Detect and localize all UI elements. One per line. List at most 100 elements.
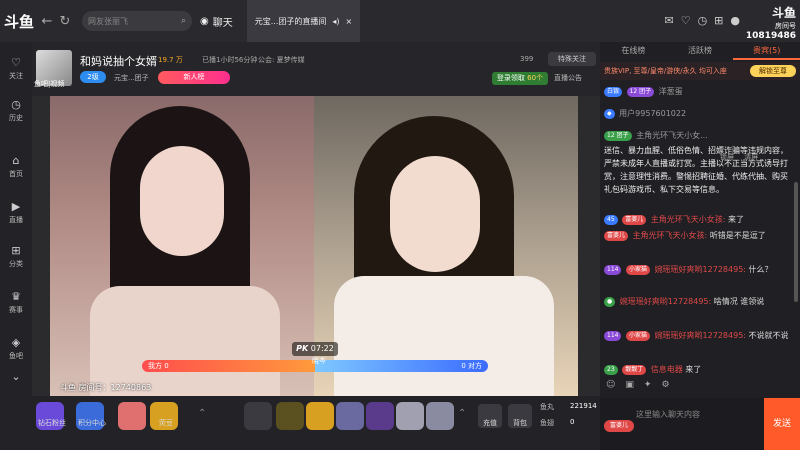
sidebar-item-home[interactable]: ⌂ 首页 [0, 154, 32, 179]
sidebar-item-label: 首页 [9, 170, 23, 178]
favorite-icon[interactable]: ♡ [681, 14, 691, 27]
message-text: 啥情况 谁领说 [713, 297, 765, 306]
yuchi-value: 0 [570, 418, 575, 426]
sidebar-item-follow[interactable]: ♡ 关注 [0, 56, 32, 81]
user-name[interactable]: 主角光环飞天小女孩: [633, 231, 708, 240]
douyu-logo[interactable]: 斗鱼 [4, 5, 38, 37]
tab-online-rank[interactable]: 在线榜 [600, 42, 667, 60]
login-task-button[interactable]: 登录领取 60个 [492, 72, 548, 85]
pk-left-score: 我方 0 [148, 362, 169, 370]
table-row: 114 小家猫 婉瑶瑶好爽哟12728495: 什么？ [604, 264, 794, 275]
rank-tabs: 在线榜 活跃榜 贵宾(5) [600, 42, 800, 60]
user-name[interactable]: 婉瑶瑶好爽哟12728495: [655, 265, 746, 274]
user-name[interactable]: 12 团子 [626, 86, 655, 97]
user-name[interactable]: 主角光环飞天小女孩: [651, 215, 726, 224]
chevron-up-icon[interactable]: ⌃ [198, 408, 206, 419]
pk-time: 07:22 [310, 344, 334, 353]
search-input[interactable]: 网友张丽飞 ⌕ [82, 11, 192, 31]
fans-badge: 富婆儿 [604, 230, 629, 241]
user-name[interactable]: 婉瑶瑶好爽哟12728495: [655, 331, 746, 340]
gift-item[interactable] [276, 402, 304, 430]
sidebar-item-label: 关注 [9, 72, 23, 80]
chat-input[interactable]: 这里输入聊天内容 [636, 402, 760, 428]
tab-vip[interactable]: 贵宾(5) [733, 42, 800, 60]
clock-icon: ◷ [11, 98, 21, 111]
sidebar-item-live[interactable]: ▶ 直播 [0, 200, 32, 225]
user-name[interactable]: 婉瑶瑶好爽哟12728495: [620, 297, 711, 306]
fans-badge: 富婆儿 [622, 214, 647, 225]
sidebar-item-label: 历史 [9, 114, 23, 122]
vip-banner: 贵族VIP, 至尊/皇帝/游侠/永久 均可入座 解锁至尊 [600, 62, 800, 80]
lock-screen-button[interactable]: 锁屏 [720, 153, 734, 161]
gift-item[interactable] [366, 402, 394, 430]
settings-icon[interactable]: ⚙ [661, 380, 669, 390]
message-icon[interactable]: ✉ [664, 14, 673, 27]
tab-chat-label: 聊天 [212, 17, 233, 29]
vip-text: 贵族VIP, 至尊/皇帝/游侠/永久 均可入座 [604, 67, 727, 75]
message-text: 洋葱蛋 [658, 87, 683, 96]
list-item: 白银 12 团子 洋葱蛋 [604, 86, 794, 97]
back-icon[interactable]: ← [38, 14, 56, 29]
gift-icon[interactable]: ✦ [644, 380, 652, 390]
tab-live-room[interactable]: 元宝...团子的直播间 ◂) × [246, 0, 361, 42]
room-watermark: 斗鱼 房间号：12740863 [60, 383, 152, 392]
user-name[interactable]: 用户9957601022 [619, 109, 686, 118]
search-icon[interactable]: ⌕ [181, 16, 186, 26]
gift-item[interactable] [396, 402, 424, 430]
gift-icon[interactable]: ⊞ [714, 14, 723, 27]
user-name[interactable]: 12 团子 [604, 130, 632, 141]
pk-label: PK [296, 344, 309, 353]
message-text: 不说就不说 [748, 331, 789, 340]
message-text: 主角光环飞天小女... [636, 131, 708, 140]
sidebar-item-fishbar[interactable]: ◈ 鱼吧 [0, 336, 32, 361]
gift-box-button[interactable] [118, 402, 146, 430]
user-avatar-icon[interactable]: ● [730, 14, 740, 27]
sidebar-item-events[interactable]: ♛ 赛事 [0, 290, 32, 315]
bag-label: 背包 [513, 419, 527, 427]
sidebar-item-label: 鱼吧 [9, 352, 23, 360]
tab-chat[interactable]: ◉ 聊天 [200, 14, 233, 29]
streamer-body [90, 286, 280, 396]
newbie-rank-button[interactable]: 新人榜 [158, 71, 230, 84]
guild-info: 公会: 夏梦传媒 [258, 56, 305, 64]
top-icons: ✉ ♡ ◷ ⊞ ● [664, 14, 740, 27]
clear-screen-button[interactable]: 清屏 [744, 153, 758, 161]
fish-icon: ◈ [11, 336, 21, 349]
anchor-name[interactable]: 元宝...团子 [114, 73, 149, 83]
gift-item[interactable] [336, 402, 364, 430]
gift-item[interactable] [426, 402, 454, 430]
tab-active-rank[interactable]: 活跃榜 [667, 42, 734, 60]
message-text: 来了 [728, 215, 744, 224]
table-row: 114 小家猫 婉瑶瑶好爽哟12728495: 不说就不说 [604, 330, 794, 341]
follow-button[interactable]: 特殊关注 [548, 52, 596, 66]
avatar-caption[interactable]: 鱼吧|视频 [34, 79, 64, 89]
points-center-label: 积分中心 [78, 419, 106, 427]
refresh-icon[interactable]: ↻ [56, 14, 74, 29]
live-notice-link[interactable]: 直播公告 [554, 73, 582, 83]
user-name[interactable]: 信息电器 [651, 365, 683, 374]
close-icon[interactable]: × [346, 17, 353, 26]
send-button[interactable]: 发送 [764, 398, 800, 450]
live-video[interactable]: PK 07:22 我方 0 0 对方 晓岑 斗鱼 房间号：12740863 [32, 96, 600, 396]
chevron-up-icon[interactable]: ⌃ [458, 408, 466, 419]
fans-badge[interactable]: 富婆儿 [604, 420, 634, 432]
table-row: 45 富婆儿 主角光环飞天小女孩: 来了 [604, 214, 794, 225]
sidebar-collapse[interactable]: ⌄ [0, 370, 32, 385]
table-row: ● 婉瑶瑶好爽哟12728495: 啥情况 谁领说 [604, 296, 794, 307]
image-icon[interactable]: ▣ [625, 380, 634, 390]
emoji-icon[interactable]: ☺ [606, 380, 615, 390]
unlock-button[interactable]: 解锁至尊 [750, 65, 796, 77]
sound-icon[interactable]: ◂) [332, 17, 339, 26]
gift-item[interactable] [244, 402, 272, 430]
sidebar-item-category[interactable]: ⊞ 分类 [0, 244, 32, 269]
search-placeholder: 网友张丽飞 [88, 16, 128, 26]
tool-row: 锁屏 清屏 [720, 152, 758, 162]
sidebar-item-history[interactable]: ◷ 历史 [0, 98, 32, 123]
message-text: 什么？ [748, 265, 773, 274]
pk-timer: PK 07:22 [292, 342, 338, 356]
gift-item[interactable] [306, 402, 334, 430]
room-number: 10819486 [745, 31, 796, 41]
fans-count: 399 [520, 55, 534, 63]
history-icon[interactable]: ◷ [698, 14, 708, 27]
chat-scrollbar[interactable] [794, 182, 798, 302]
